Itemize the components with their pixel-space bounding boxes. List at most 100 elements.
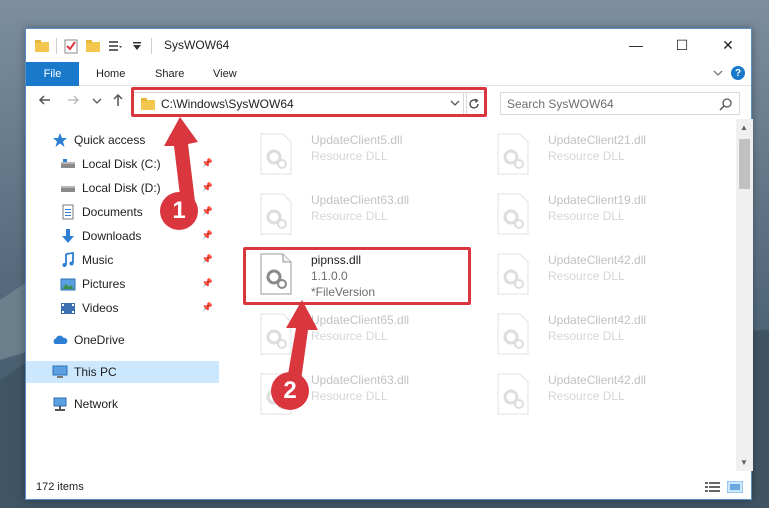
- nav-label: Pictures: [82, 277, 126, 291]
- search-input[interactable]: [501, 93, 701, 114]
- tab-file[interactable]: File: [26, 62, 79, 86]
- dll-file-icon: [260, 133, 292, 175]
- file-item[interactable]: UpdateClient42.dll Resource DLL: [483, 307, 713, 367]
- details-view-icon[interactable]: [705, 481, 721, 493]
- nav-onedrive[interactable]: OneDrive: [26, 329, 219, 351]
- file-item[interactable]: UpdateClient63.dll Resource DLL: [246, 187, 476, 247]
- help-icon[interactable]: ?: [731, 66, 745, 80]
- nav-network[interactable]: Network: [26, 393, 219, 415]
- forward-arrow-icon[interactable]: [66, 93, 80, 107]
- view-toggle: [705, 481, 743, 493]
- back-arrow-icon[interactable]: [38, 93, 52, 107]
- file-type: Resource DLL: [548, 389, 625, 403]
- nav-this-pc[interactable]: This PC: [26, 361, 219, 383]
- file-item[interactable]: UpdateClient19.dll Resource DLL: [483, 187, 713, 247]
- file-name: UpdateClient42.dll: [548, 313, 647, 327]
- file-name: UpdateClient19.dll: [548, 193, 647, 207]
- file-type: Resource DLL: [548, 149, 625, 163]
- nav-label: Local Disk (C:): [82, 157, 161, 171]
- quick-access-toolbar: [34, 37, 152, 55]
- window-title: SysWOW64: [164, 38, 230, 52]
- step2-badge: 2: [271, 372, 309, 410]
- tab-share[interactable]: Share: [155, 62, 184, 86]
- window-controls: — ☐ ✕: [613, 29, 751, 61]
- dll-file-icon: [497, 313, 529, 355]
- up-arrow-icon[interactable]: [111, 93, 125, 107]
- nav-label: Quick access: [74, 133, 146, 147]
- file-item[interactable]: UpdateClient5.dll Resource DLL: [246, 127, 476, 187]
- nav-pictures[interactable]: Pictures 📌: [26, 273, 219, 295]
- search-box[interactable]: [500, 92, 740, 115]
- file-name: UpdateClient42.dll: [548, 253, 647, 267]
- file-type: Resource DLL: [548, 329, 625, 343]
- expand-ribbon-icon[interactable]: [713, 69, 723, 77]
- status-bar: 172 items: [26, 475, 751, 499]
- drive-icon: [60, 180, 76, 196]
- file-item[interactable]: UpdateClient21.dll Resource DLL: [483, 127, 713, 187]
- new-folder-icon[interactable]: [85, 38, 101, 54]
- toolbar-dropdown-icon[interactable]: [129, 38, 145, 54]
- file-item[interactable]: UpdateClient42.dll Resource DLL: [483, 367, 713, 427]
- file-type: Resource DLL: [548, 269, 625, 283]
- file-type: Resource DLL: [548, 209, 625, 223]
- tab-view[interactable]: View: [213, 62, 237, 86]
- pin-icon[interactable]: 📌: [202, 254, 213, 265]
- nav-label: This PC: [74, 365, 117, 379]
- ribbon-tabs: File Home Share View ?: [26, 62, 751, 86]
- nav-label: Music: [82, 253, 114, 267]
- properties-icon[interactable]: [63, 38, 79, 54]
- scroll-down-icon[interactable]: ▼: [740, 458, 748, 467]
- folder-icon: [34, 38, 50, 54]
- nav-label: Videos: [82, 301, 119, 315]
- vertical-scrollbar[interactable]: ▲ ▼: [736, 119, 753, 471]
- file-type: Resource DLL: [311, 209, 388, 223]
- file-name: UpdateClient5.dll: [311, 133, 403, 147]
- separator: [56, 38, 57, 54]
- dll-file-icon: [497, 133, 529, 175]
- separator: [151, 38, 152, 54]
- ribbon-right-controls: ?: [713, 66, 745, 80]
- documents-icon: [60, 204, 76, 220]
- file-name: UpdateClient42.dll: [548, 373, 647, 387]
- nav-downloads[interactable]: Downloads 📌: [26, 225, 219, 247]
- cloud-icon: [52, 332, 68, 348]
- minimize-button[interactable]: —: [613, 29, 659, 61]
- nav-label: Documents: [82, 205, 143, 219]
- dll-file-icon: [497, 193, 529, 235]
- file-item[interactable]: UpdateClient42.dll Resource DLL: [483, 247, 713, 307]
- downloads-icon: [60, 228, 76, 244]
- nav-videos[interactable]: Videos 📌: [26, 297, 219, 319]
- music-icon: [60, 252, 76, 268]
- close-button[interactable]: ✕: [705, 29, 751, 61]
- large-icons-view-icon[interactable]: [727, 481, 743, 493]
- pin-icon[interactable]: 📌: [202, 278, 213, 289]
- file-name: UpdateClient21.dll: [548, 133, 647, 147]
- file-name: UpdateClient63.dll: [311, 193, 410, 207]
- nav-label: Local Disk (D:): [82, 181, 161, 195]
- pictures-icon: [60, 276, 76, 292]
- videos-icon: [60, 300, 76, 316]
- dll-file-icon: [497, 253, 529, 295]
- computer-icon: [52, 364, 68, 380]
- dll-file-icon: [260, 193, 292, 235]
- drive-icon: [60, 156, 76, 172]
- pin-icon[interactable]: 📌: [202, 230, 213, 241]
- star-icon: [52, 132, 68, 148]
- nav-label: Network: [74, 397, 119, 411]
- item-count: 172 items: [36, 481, 84, 493]
- maximize-button[interactable]: ☐: [659, 29, 705, 61]
- pin-icon[interactable]: 📌: [202, 302, 213, 313]
- step1-badge: 1: [160, 192, 198, 230]
- title-bar: SysWOW64 — ☐ ✕: [26, 29, 751, 61]
- nav-label: Downloads: [82, 229, 142, 243]
- network-icon: [52, 396, 68, 412]
- nav-label: OneDrive: [74, 333, 125, 347]
- dll-file-icon: [497, 373, 529, 415]
- search-icon: [719, 97, 733, 111]
- scroll-up-icon[interactable]: ▲: [740, 123, 748, 132]
- nav-music[interactable]: Music 📌: [26, 249, 219, 271]
- tab-home[interactable]: Home: [96, 62, 125, 86]
- customize-toolbar-icon[interactable]: [107, 38, 123, 54]
- recent-locations-chevron-icon[interactable]: [92, 97, 102, 105]
- scrollbar-thumb[interactable]: [739, 139, 750, 189]
